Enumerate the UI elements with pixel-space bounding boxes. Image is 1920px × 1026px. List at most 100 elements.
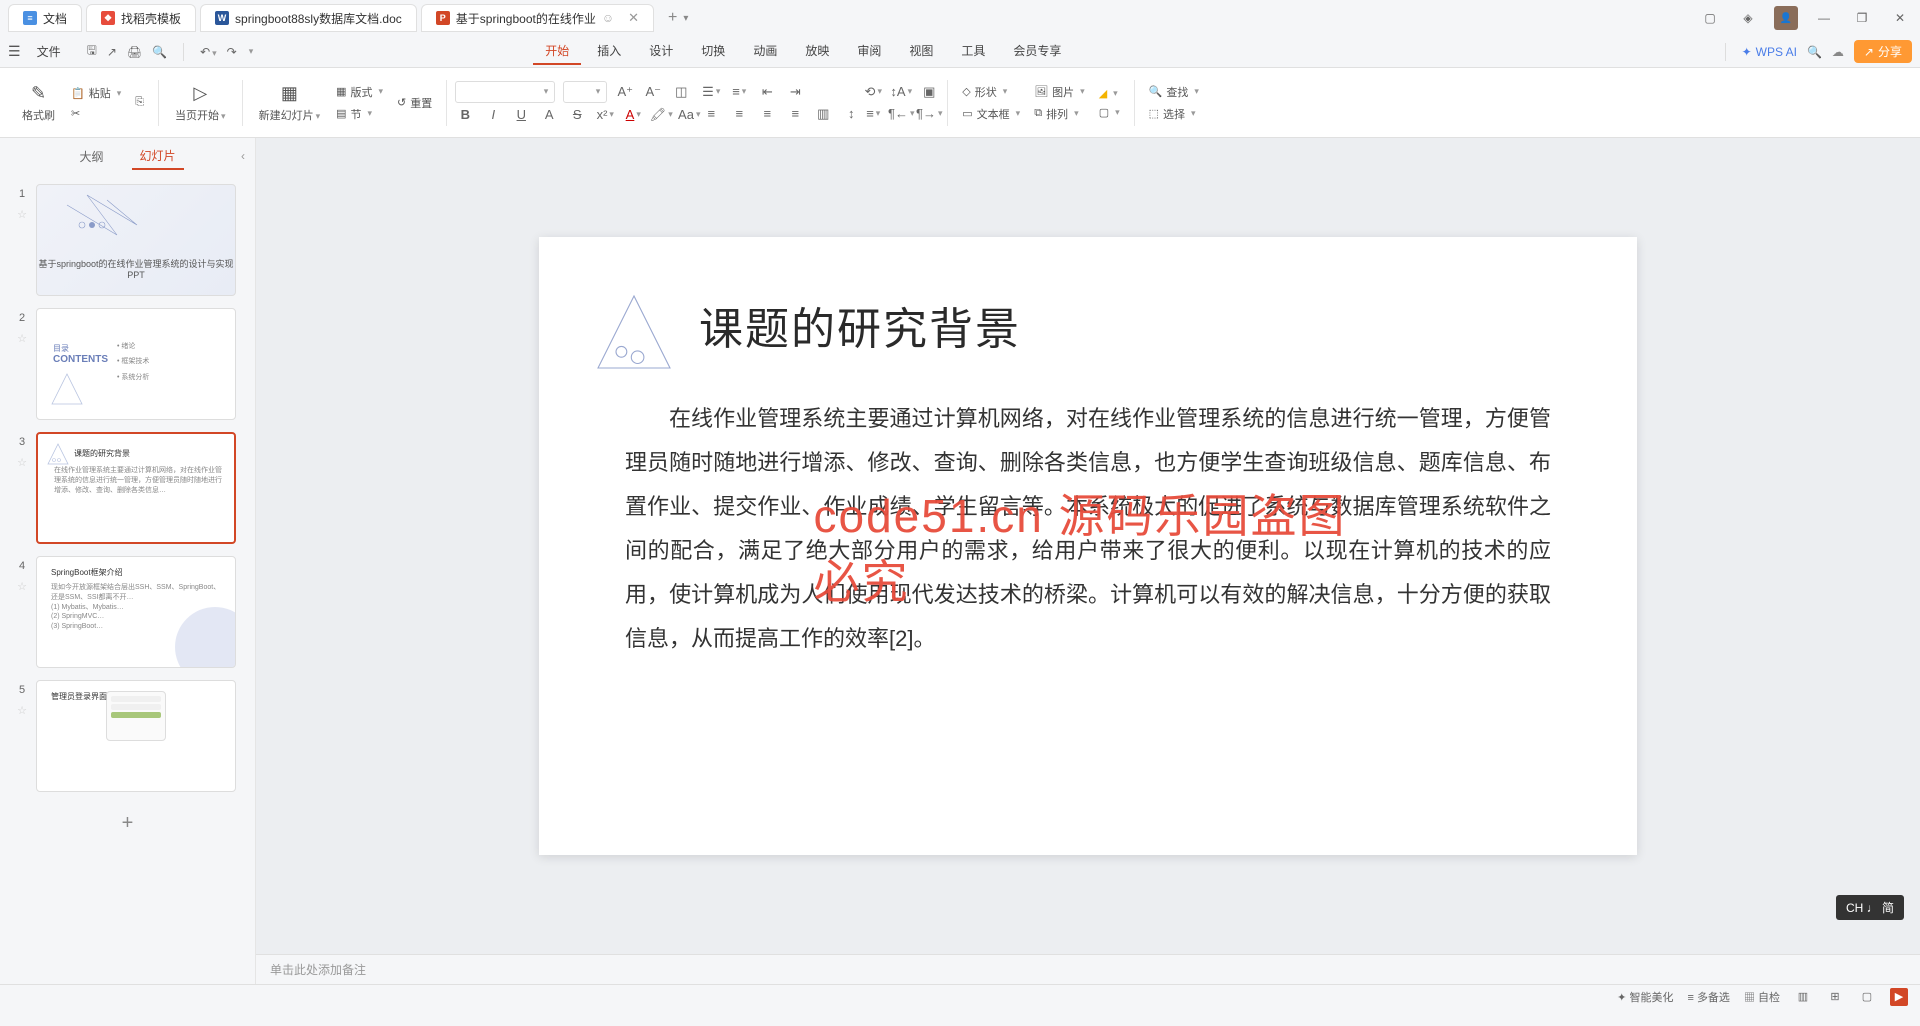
print-icon[interactable]: 🖨 (127, 45, 142, 59)
font-size-combo[interactable]: ▾ (563, 81, 607, 103)
view-sorter-icon[interactable]: ⊞ (1826, 988, 1844, 1006)
notes-pane[interactable]: 单击此处添加备注 (256, 954, 1920, 984)
font-family-combo[interactable]: ▾ (455, 81, 555, 103)
strike-icon[interactable]: S (567, 105, 587, 125)
slide-body-text[interactable]: 在线作业管理系统主要通过计算机网络，对在线作业管理系统的信息进行统一管理，方便管… (625, 397, 1551, 661)
wps-ai-button[interactable]: ✦ WPS AI (1742, 45, 1797, 59)
preview-icon[interactable]: 🔍 (152, 45, 167, 59)
text-direction-rl-icon[interactable]: ⟲▾ (863, 82, 883, 102)
cut-button[interactable]: ✂ (65, 105, 127, 122)
arrange-button[interactable]: ⧉ 排列▾ (1028, 104, 1091, 124)
multi-option[interactable]: ≡ 多备选 (1687, 989, 1729, 1005)
slide-thumbnail-4[interactable]: SpringBoot框架介绍 现如今开放源框架结合层出SSH、SSM、Sprin… (36, 556, 236, 668)
ime-indicator[interactable]: CH ♩ 简 (1836, 895, 1904, 920)
numbering-icon[interactable]: ≡▾ (729, 82, 749, 102)
columns-icon[interactable]: ▥ (813, 104, 833, 124)
slide-thumbnail-2[interactable]: 目录 CONTENTS • 绪论 • 框架技术 • 系统分析 (36, 308, 236, 420)
font-color-icon[interactable]: A▾ (623, 105, 643, 125)
view-normal-icon[interactable]: ▥ (1794, 988, 1812, 1006)
slide-thumbnail-1[interactable]: 基于springboot的在线作业管理系统的设计与实现PPT (36, 184, 236, 296)
section-button[interactable]: ▤ 节▾ (330, 104, 389, 124)
copy-button[interactable]: ⎘ (129, 94, 150, 111)
decrease-indent-icon[interactable]: ⇤ (757, 82, 777, 102)
ribbon-tab-member[interactable]: 会员专享 (1001, 38, 1073, 65)
slide-thumbnail-5[interactable]: 管理员登录界面 (36, 680, 236, 792)
bold-icon[interactable]: B (455, 105, 475, 125)
underline-icon[interactable]: U (511, 105, 531, 125)
outline-button[interactable]: ▢▾ (1093, 104, 1126, 121)
share-button[interactable]: ↗ 分享 (1854, 40, 1912, 63)
file-menu[interactable]: 文件 (27, 39, 71, 64)
slide-title[interactable]: 课题的研究背景 (699, 293, 1021, 357)
shadow-icon[interactable]: A (539, 105, 559, 125)
redo-icon[interactable]: ↷ (227, 45, 237, 59)
reset-button[interactable]: ↺ 重置 (391, 93, 438, 113)
star-icon[interactable]: ☆ (17, 456, 27, 469)
new-tab-button[interactable]: + (668, 9, 677, 27)
bullets-icon[interactable]: ☰▾ (701, 82, 721, 102)
vertical-align-icon[interactable]: ≡▾ (863, 104, 883, 124)
ribbon-tab-tools[interactable]: 工具 (949, 38, 997, 65)
close-window-icon[interactable]: ✕ (1888, 6, 1912, 30)
more-dropdown[interactable]: ▾ (249, 46, 254, 57)
view-reading-icon[interactable]: ▢ (1858, 988, 1876, 1006)
star-icon[interactable]: ☆ (17, 208, 27, 221)
tab-menu-dropdown[interactable]: ▾ (683, 13, 688, 24)
ltr-icon[interactable]: ¶→▾ (919, 104, 939, 124)
save-icon[interactable]: 🖫 (87, 41, 97, 62)
star-icon[interactable]: ☆ (17, 332, 27, 345)
add-slide-button[interactable]: + (122, 812, 134, 835)
find-button[interactable]: 🔍 查找▾ (1143, 82, 1205, 102)
ribbon-tab-insert[interactable]: 插入 (585, 38, 633, 65)
tab-ppt-active[interactable]: P 基于springboot的在线作业 ☺ ✕ (421, 4, 654, 32)
close-tab-icon[interactable]: ✕ (628, 10, 639, 26)
paste-button[interactable]: 📋 粘贴▾ (65, 83, 127, 103)
superscript-icon[interactable]: x²▾ (595, 105, 615, 125)
shape-button[interactable]: ◇ 形状▾ (956, 82, 1026, 102)
slide-thumbnail-3[interactable]: 课题的研究背景 在线作业管理系统主要通过计算机网络，对在线作业管理系统的信息进行… (36, 432, 236, 544)
avatar-icon[interactable]: 👤 (1774, 6, 1798, 30)
increase-indent-icon[interactable]: ⇥ (785, 82, 805, 102)
tab-template[interactable]: ❖ 找稻壳模板 (86, 4, 196, 32)
ribbon-tab-transition[interactable]: 切换 (689, 38, 737, 65)
layout-button[interactable]: ▦ 版式▾ (330, 82, 389, 102)
tab-outline[interactable]: 大纲 (71, 144, 111, 169)
textbox-button[interactable]: ▭ 文本框▾ (956, 104, 1026, 124)
cloud-icon[interactable]: ☁ (1832, 45, 1844, 59)
layout-icon[interactable]: ▢ (1698, 6, 1722, 30)
start-from-current-button[interactable]: ▷当页开始▾ (167, 73, 234, 133)
tab-word-doc[interactable]: W springboot88sly数据库文档.doc (200, 4, 417, 32)
change-case-icon[interactable]: Aa▾ (679, 105, 699, 125)
slide-canvas[interactable]: 课题的研究背景 在线作业管理系统主要通过计算机网络，对在线作业管理系统的信息进行… (539, 237, 1637, 855)
line-spacing-icon[interactable]: ↕ (841, 104, 861, 124)
decrease-font-icon[interactable]: A⁻ (643, 82, 663, 102)
italic-icon[interactable]: I (483, 105, 503, 125)
ribbon-tab-design[interactable]: 设计 (637, 38, 685, 65)
view-slideshow-icon[interactable]: ▶ (1890, 988, 1908, 1006)
align-right-icon[interactable]: ≡ (757, 104, 777, 124)
ribbon-tab-view[interactable]: 视图 (897, 38, 945, 65)
collapse-panel-icon[interactable]: ‹ (241, 149, 245, 163)
star-icon[interactable]: ☆ (17, 704, 27, 717)
self-check[interactable]: ▦ 自检 (1744, 989, 1780, 1005)
clear-format-icon[interactable]: ◫ (671, 82, 691, 102)
text-direction-icon[interactable]: ↕A▾ (891, 82, 911, 102)
ribbon-tab-start[interactable]: 开始 (533, 38, 581, 65)
search-icon[interactable]: 🔍 (1807, 45, 1822, 59)
rtl-icon[interactable]: ¶←▾ (891, 104, 911, 124)
select-button[interactable]: ⬚ 选择▾ (1143, 104, 1205, 124)
new-slide-button[interactable]: ▦新建幻灯片▾ (251, 73, 329, 133)
hamburger-icon[interactable]: ☰ (8, 43, 21, 60)
tab-feedback-icon[interactable]: ☺ (602, 11, 614, 25)
align-left-icon[interactable]: ≡ (701, 104, 721, 124)
align-center-icon[interactable]: ≡ (729, 104, 749, 124)
highlight-icon[interactable]: 🖍▾ (651, 105, 671, 125)
star-icon[interactable]: ☆ (17, 580, 27, 593)
smart-beautify[interactable]: ✦ 智能美化 (1617, 989, 1673, 1005)
ribbon-tab-slideshow[interactable]: 放映 (793, 38, 841, 65)
fill-button[interactable]: ◢▾ (1093, 85, 1126, 102)
tab-slides[interactable]: 幻灯片 (132, 143, 184, 170)
minimize-icon[interactable]: — (1812, 6, 1836, 30)
image-button[interactable]: 🖼 图片▾ (1028, 82, 1091, 102)
convert-smartart-icon[interactable]: ▣ (919, 82, 939, 102)
